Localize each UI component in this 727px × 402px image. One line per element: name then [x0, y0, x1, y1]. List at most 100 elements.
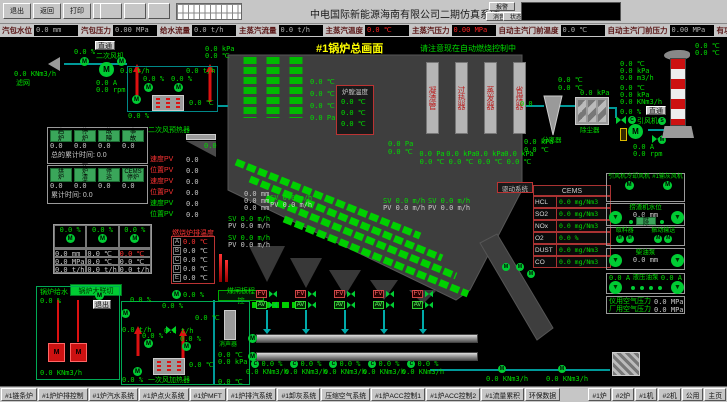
toolbar-button[interactable]: 退出 — [3, 3, 31, 19]
pump-down-left[interactable]: ▼ — [609, 211, 622, 224]
nav-unit-button[interactable]: 公用 — [682, 388, 704, 401]
damper-motor[interactable]: C — [407, 360, 415, 368]
startup-button[interactable]: 烘炉 — [50, 168, 72, 182]
nav-button[interactable]: #1炉MFT — [190, 388, 226, 401]
hyd-pump-left[interactable]: ▼ — [609, 281, 622, 294]
fv-valve[interactable] — [308, 290, 316, 296]
nav-unit-button[interactable]: #1机 — [635, 388, 657, 401]
slag-motor-2[interactable]: M — [558, 365, 566, 373]
reclaimer-motor2[interactable]: M — [626, 235, 634, 243]
slag-motor-1[interactable]: M — [498, 365, 506, 373]
damper-motor[interactable]: C — [251, 360, 259, 368]
toolbar-slot[interactable] — [100, 3, 122, 19]
idfan-inlet-damper[interactable] — [616, 116, 626, 124]
toolbar-slot[interactable] — [148, 3, 170, 19]
startup-button[interactable]: 停运 — [98, 168, 120, 182]
nav-unit-button[interactable]: #1炉 — [588, 388, 610, 401]
feed-pump-1[interactable]: M — [48, 343, 65, 362]
nav-button[interactable]: #1炉ACC控制2 — [426, 388, 480, 401]
idfan-cooling-fan-motor[interactable]: M — [625, 181, 634, 190]
vibro-motor2[interactable]: M — [664, 235, 672, 243]
feedwater-flow: 0.0 KNm3/h — [40, 369, 82, 377]
toolbar-button[interactable]: 返回 — [33, 3, 61, 19]
alarm-button[interactable]: 报警 — [489, 2, 515, 11]
av-valve[interactable] — [386, 301, 394, 307]
nav-unit-button[interactable]: #2机 — [658, 388, 680, 401]
pa-flow2: 0.0 t/h — [164, 327, 194, 335]
idfan-motor[interactable]: M — [628, 124, 643, 139]
pa-valve4[interactable]: M — [182, 342, 191, 351]
vibro-motor1[interactable]: M — [654, 235, 662, 243]
slag-chute-motor1[interactable]: M — [502, 263, 510, 271]
nav-button[interactable]: #1链条炉 — [1, 388, 37, 401]
pa-valve3[interactable]: M — [144, 339, 153, 348]
secair-valve4[interactable]: M — [174, 83, 183, 92]
pump-down-right[interactable]: ▼ — [671, 211, 684, 224]
av-valve[interactable] — [308, 301, 316, 307]
startup-button[interactable]: 启炉 — [50, 130, 72, 142]
oil-pump-left[interactable]: ▼ — [609, 254, 622, 267]
nav-button[interactable]: #1流量累积 — [481, 388, 524, 401]
nav-button[interactable]: #1卸灰系统 — [277, 388, 320, 401]
feedwater-valve[interactable]: M — [95, 291, 104, 300]
vt-valve2[interactable]: M — [98, 234, 107, 243]
vt-valve1[interactable]: M — [66, 234, 75, 243]
nav-button[interactable]: 环保数据 — [525, 388, 560, 401]
fv-valve[interactable] — [425, 290, 433, 296]
conveyor-motor-1[interactable]: M — [248, 334, 257, 343]
fv-valve[interactable] — [386, 290, 394, 296]
nav-button[interactable]: #1炉点火系统 — [139, 388, 189, 401]
chimney — [670, 58, 686, 126]
secair-fan-motor[interactable]: M — [99, 62, 114, 77]
nav-unit-button[interactable]: 主页 — [704, 388, 726, 401]
startup-button[interactable]: 故障 — [98, 130, 120, 142]
secair-bypass-button[interactable]: 直通 — [95, 41, 115, 50]
nav-button[interactable]: #1炉排汽系统 — [227, 388, 277, 401]
fv-valve[interactable] — [347, 290, 355, 296]
reclaimer-motor1[interactable]: M — [616, 235, 624, 243]
secair-valve5[interactable]: M — [132, 95, 141, 104]
fv-valve[interactable] — [269, 290, 277, 296]
slag-chute-motor2[interactable]: M — [516, 263, 524, 271]
nav-button[interactable]: 压缩空气系统 — [321, 388, 370, 401]
gate-valve[interactable]: M — [172, 290, 181, 299]
startup-button[interactable]: 停炉 — [74, 130, 96, 142]
av-valve[interactable] — [425, 301, 433, 307]
nav-button[interactable]: #1炉汽水系统 — [89, 388, 139, 401]
av-valve[interactable] — [347, 301, 355, 307]
pa-valve5[interactable]: M — [133, 367, 142, 376]
startup-button[interactable]: 停炉清洗 — [74, 168, 96, 182]
ash-fan-motor[interactable]: M — [663, 181, 672, 190]
vt-valve3[interactable]: M — [130, 234, 139, 243]
damper-motor[interactable]: C — [329, 360, 337, 368]
cems-motor[interactable]: M — [527, 270, 535, 278]
idfan-s-indicator[interactable]: S — [658, 117, 666, 125]
av-valve[interactable] — [269, 301, 277, 307]
release-button[interactable]: 解除 — [636, 217, 656, 225]
secair-valve2[interactable]: M — [117, 57, 126, 66]
nav-unit-button[interactable]: #2炉 — [612, 388, 634, 401]
toolbar-slot[interactable] — [124, 3, 146, 19]
damper-motor[interactable]: C — [290, 360, 298, 368]
vt-col3: 0.0 % M — [119, 225, 151, 248]
secair-valve1[interactable]: M — [80, 57, 89, 66]
nav-bar: #1链条炉#1炉炉排控制#1炉汽水系统#1炉点火系统#1炉MFT#1炉排汽系统#… — [0, 386, 727, 402]
backpass-side-value: 0.0 — [520, 100, 533, 108]
startup-button[interactable]: 事故 — [122, 130, 144, 142]
nav-button[interactable]: #1炉ACC控制1 — [371, 388, 425, 401]
conveyor-motor-2[interactable]: M — [248, 352, 257, 361]
pa-valve1[interactable]: M — [121, 309, 130, 318]
startup-button[interactable]: CEMS停炉 — [122, 168, 144, 182]
secair-valve3[interactable]: M — [144, 83, 153, 92]
toolbar-button[interactable]: 打印 — [63, 3, 91, 19]
damper-motor[interactable]: C — [368, 360, 376, 368]
hyd-pump-right[interactable]: ▼ — [671, 281, 684, 294]
idfan-bypass-button[interactable]: 直通 — [646, 106, 666, 115]
alarm-annunciator-grid[interactable] — [176, 3, 242, 20]
feed-pump-2[interactable]: M — [70, 343, 87, 362]
vt-col1: 0.0 % M — [54, 225, 86, 248]
idfan-inlet-motor[interactable]: C — [628, 116, 636, 124]
oil-pump-right[interactable]: ▼ — [671, 254, 684, 267]
nav-button[interactable]: #1炉炉排控制 — [38, 388, 88, 401]
cems-value: 0.0 % — [557, 232, 611, 244]
